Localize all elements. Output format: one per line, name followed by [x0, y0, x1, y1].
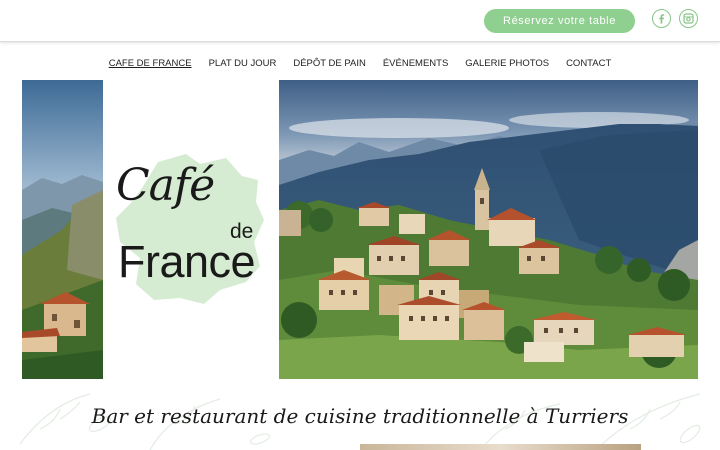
top-bar: Réservez votre table: [0, 0, 720, 42]
nav-item-evenements[interactable]: ÉVÉNEMENTS: [383, 56, 448, 72]
nav-item-galerie-photos[interactable]: GALERIE PHOTOS: [465, 56, 549, 72]
instagram-icon[interactable]: [679, 9, 698, 28]
facebook-icon[interactable]: [652, 9, 671, 28]
bottom-photo-strip: [360, 444, 641, 450]
logo-text-cafe: Café: [116, 160, 215, 211]
nav-item-depot-de-pain[interactable]: DÉPÔT DE PAIN: [293, 56, 366, 72]
village-hero-photo: [279, 80, 698, 379]
nav-item-cafe-de-france[interactable]: CAFE DE FRANCE: [109, 56, 192, 72]
tagline: Bar et restaurant de cuisine traditionne…: [91, 404, 629, 428]
nav-item-contact[interactable]: CONTACT: [566, 56, 611, 72]
cafe-de-france-logo[interactable]: Café de France: [108, 150, 273, 310]
reserve-table-button[interactable]: Réservez votre table: [484, 9, 635, 33]
nav-item-plat-du-jour[interactable]: PLAT DU JOUR: [209, 56, 277, 72]
left-village-photo: [22, 80, 103, 379]
main-nav: CAFE DE FRANCE PLAT DU JOUR DÉPÔT DE PAI…: [0, 56, 720, 72]
logo-text-france: France: [118, 236, 256, 287]
